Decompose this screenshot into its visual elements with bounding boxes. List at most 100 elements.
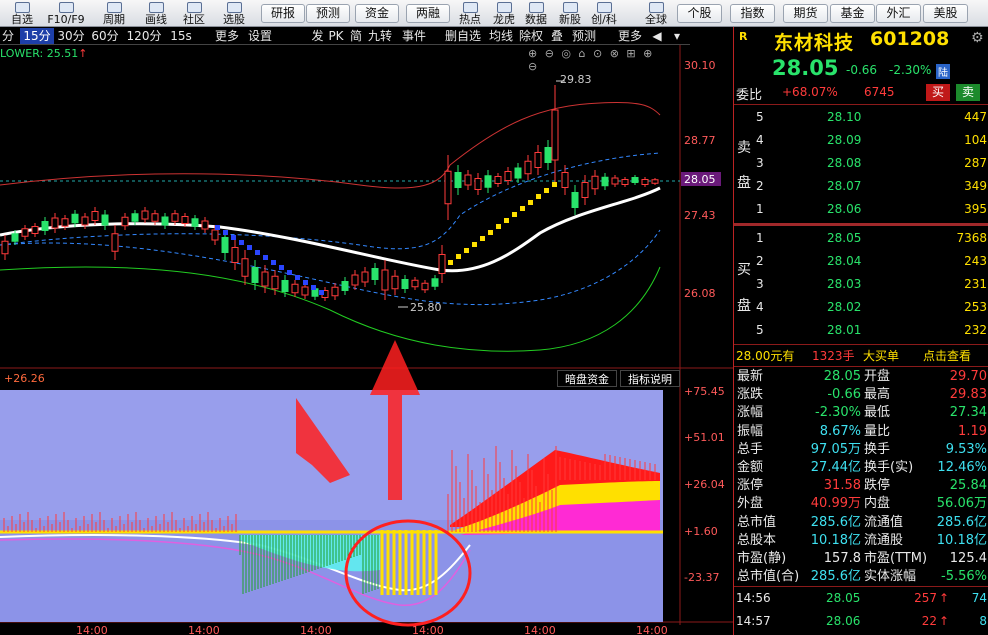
candle-body bbox=[61, 218, 69, 227]
period-item-17[interactable]: 预测 bbox=[569, 28, 599, 44]
toolbar-right-icon-5 bbox=[648, 2, 664, 13]
period-item-1[interactable]: 15分 bbox=[20, 28, 54, 44]
stat-label: 流通股 bbox=[864, 532, 904, 548]
candle-body bbox=[381, 269, 389, 291]
signal-marker bbox=[552, 182, 557, 187]
signal-marker-blue bbox=[239, 240, 244, 245]
toolbar-right-label: 热点 bbox=[459, 13, 481, 26]
toolbar-item-3[interactable]: 画线 bbox=[140, 0, 172, 27]
stat-label: 振幅 bbox=[737, 423, 764, 439]
dark-fund-button[interactable]: 暗盘资金 bbox=[557, 370, 617, 387]
signal-marker bbox=[512, 212, 517, 217]
period-item-5[interactable]: 15s bbox=[167, 28, 195, 44]
toolbar-icon-2 bbox=[106, 2, 122, 13]
period-item-6[interactable]: 更多 bbox=[212, 28, 242, 44]
stat-value: -2.30% bbox=[815, 405, 861, 421]
level-num: 3 bbox=[756, 277, 764, 291]
bigorder-link[interactable]: 点击查看 bbox=[923, 347, 971, 364]
market-button-2[interactable]: 期货 bbox=[783, 4, 828, 23]
toolbar-item-4[interactable]: 社区 bbox=[178, 0, 210, 27]
signal-marker-blue bbox=[295, 275, 300, 280]
stat-label: 内盘 bbox=[864, 496, 891, 512]
period-item-10[interactable]: 简 bbox=[348, 28, 364, 44]
market-button-5[interactable]: 美股 bbox=[923, 4, 968, 23]
buy-order-button[interactable]: 买 bbox=[926, 84, 950, 101]
gear-icon[interactable]: ⚙ bbox=[971, 30, 984, 46]
candle-body bbox=[621, 179, 629, 185]
signal-marker bbox=[456, 254, 461, 259]
candle-body bbox=[524, 160, 532, 175]
period-item-9[interactable]: PK bbox=[327, 28, 345, 44]
tick-volume: 257 bbox=[914, 591, 937, 605]
period-item-0[interactable]: 分 bbox=[0, 28, 16, 44]
indicator-help-button[interactable]: 指标说明 bbox=[620, 370, 680, 387]
signal-marker-blue bbox=[255, 250, 260, 255]
candle-body bbox=[141, 210, 149, 220]
toolbar-right-1[interactable]: 龙虎 bbox=[488, 0, 520, 27]
toolbar-item-5[interactable]: 选股 bbox=[218, 0, 250, 27]
market-button-4[interactable]: 外汇 bbox=[876, 4, 921, 23]
period-item-8[interactable]: 发 bbox=[310, 28, 325, 44]
candle-body bbox=[201, 220, 209, 230]
stat-value: 40.99万 bbox=[810, 496, 861, 512]
market-button-0[interactable]: 个股 bbox=[677, 4, 722, 23]
signal-marker bbox=[480, 236, 485, 241]
toolbar-right-2[interactable]: 数据 bbox=[520, 0, 552, 27]
toolbar-button-资金[interactable]: 资金 bbox=[355, 4, 399, 23]
chart-tools[interactable]: ⊕ ⊖ ◎ ⌂ ⊙ ⊗ ⊞ ⊕ ⊖ bbox=[528, 47, 663, 73]
toolbar-button-两融[interactable]: 两融 bbox=[406, 4, 450, 23]
period-item-3[interactable]: 60分 bbox=[88, 28, 122, 44]
candle-body bbox=[91, 211, 99, 221]
stat-value: 9.53% bbox=[945, 441, 987, 457]
stat-value: 56.06万 bbox=[936, 496, 987, 512]
stat-label: 总市值 bbox=[737, 514, 777, 530]
toolbar-right-5[interactable]: 全球 bbox=[638, 0, 674, 27]
weicha-value: 6745 bbox=[864, 85, 895, 99]
toolbar-button-研报[interactable]: 研报 bbox=[261, 4, 305, 23]
candle-body bbox=[1, 240, 9, 255]
chevron-down-icon[interactable]: ▾ bbox=[670, 28, 684, 44]
toolbar-item-0[interactable]: 自选 bbox=[6, 0, 38, 27]
period-item-18[interactable]: 更多 bbox=[615, 28, 645, 44]
candle-body bbox=[251, 267, 259, 283]
signal-marker bbox=[448, 260, 453, 265]
candle-body bbox=[431, 278, 439, 287]
candle-body bbox=[561, 172, 569, 188]
toolbar-icon-4 bbox=[186, 2, 202, 13]
period-item-12[interactable]: 事件 bbox=[397, 28, 431, 44]
toolbar-right-3[interactable]: 新股 bbox=[554, 0, 586, 27]
period-item-2[interactable]: 30分 bbox=[56, 28, 86, 44]
candle-body bbox=[291, 283, 299, 294]
candle-body bbox=[21, 228, 29, 237]
period-bar: 分 15分 30分 60分 120分 15s 更多 设置发 PK 简九转 事件 删自选 均线 除权叠预测更… bbox=[0, 27, 690, 45]
period-item-15[interactable]: 除权 bbox=[517, 28, 545, 44]
signal-marker bbox=[544, 188, 549, 193]
period-item-7[interactable]: 设置 bbox=[245, 28, 275, 44]
stat-label: 最新 bbox=[737, 369, 764, 384]
period-item-11[interactable]: 九转 bbox=[366, 28, 394, 44]
market-button-1[interactable]: 指数 bbox=[730, 4, 775, 23]
period-item-13[interactable]: 删自选 bbox=[443, 28, 483, 44]
toolbar-item-2[interactable]: 周期 bbox=[98, 0, 130, 27]
last-price: 28.05 bbox=[772, 56, 839, 80]
stat-row: 总手 97.05万 换手 9.53% bbox=[734, 441, 988, 459]
toolbar-icon-0 bbox=[14, 2, 30, 13]
period-item-16[interactable]: 叠 bbox=[548, 28, 566, 44]
toolbar-right-4[interactable]: 创/科 bbox=[588, 0, 620, 27]
market-button-3[interactable]: 基金 bbox=[830, 4, 875, 23]
candle-body bbox=[11, 233, 19, 242]
stat-value: 10.18亿 bbox=[936, 532, 987, 548]
level-price: 28.09 bbox=[827, 133, 862, 147]
stat-label: 最高 bbox=[864, 387, 891, 403]
r-badge: R bbox=[739, 30, 748, 43]
toolbar-right-0[interactable]: 热点 bbox=[454, 0, 486, 27]
toolbar-item-label: 自选 bbox=[11, 13, 33, 26]
expand-icon[interactable]: ◀ bbox=[650, 28, 664, 44]
sell-order-button[interactable]: 卖 bbox=[956, 84, 980, 101]
period-item-14[interactable]: 均线 bbox=[486, 28, 516, 44]
toolbar-button-预测[interactable]: 预测 bbox=[306, 4, 350, 23]
candle-body bbox=[534, 152, 542, 168]
period-item-4[interactable]: 120分 bbox=[124, 28, 164, 44]
toolbar-item-1[interactable]: F10/F9 bbox=[42, 0, 90, 27]
candle-body bbox=[121, 216, 129, 227]
